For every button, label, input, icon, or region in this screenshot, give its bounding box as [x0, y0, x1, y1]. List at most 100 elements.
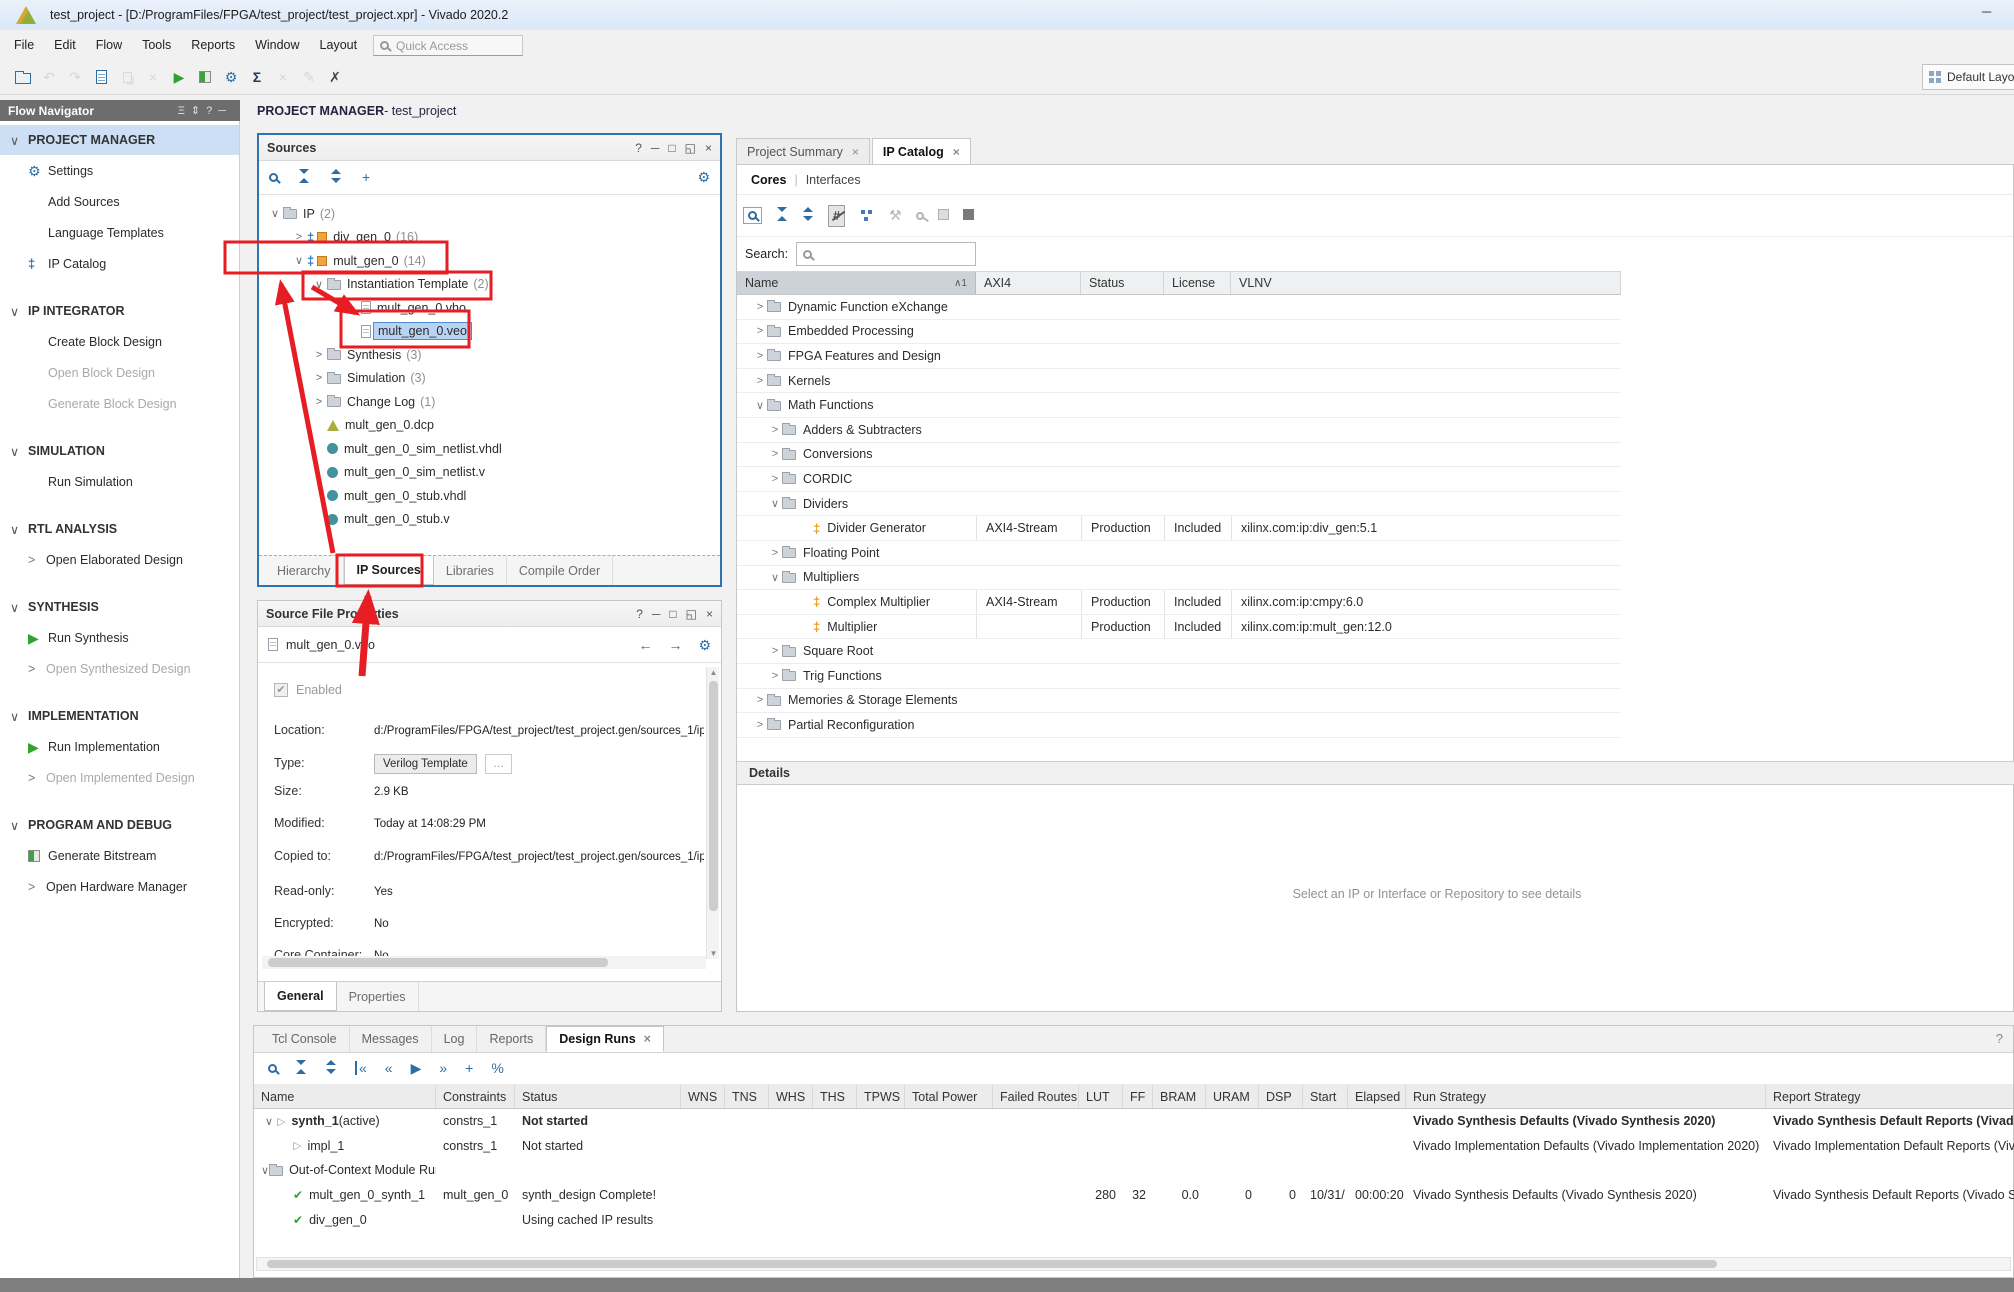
flow-section[interactable]: ∨PROJECT MANAGER⚙SettingsAdd SourcesLang… [0, 125, 239, 279]
sidebar-item-language-templates[interactable]: Language Templates [0, 217, 239, 248]
properties-maximize-icon[interactable]: □ [669, 607, 676, 621]
design-runs-horizontal-scrollbar[interactable] [256, 1257, 2011, 1271]
flow-section[interactable]: ∨SIMULATIONRun Simulation [0, 436, 239, 497]
properties-close-icon[interactable]: × [706, 607, 713, 621]
chevron-down-icon[interactable]: ∨ [291, 254, 307, 267]
search-icon[interactable] [268, 1062, 277, 1076]
ip-row-square-root[interactable]: >Square Root [737, 639, 1621, 664]
chevron-right-icon[interactable]: > [768, 645, 782, 657]
back-arrow-icon[interactable]: ← [638, 638, 652, 652]
ip-row-multipliers[interactable]: ∨Multipliers [737, 566, 1621, 591]
chevron-down-icon[interactable]: ∨ [261, 1115, 277, 1128]
tree-item-instantiation-template[interactable]: ∨Instantiation Template(2) [259, 273, 720, 297]
scrollbar-thumb[interactable] [267, 1260, 1717, 1268]
sidebar-item-add-sources[interactable]: Add Sources [0, 186, 239, 217]
column-header-report-strategy[interactable]: Report Strategy [1766, 1085, 2014, 1108]
sum-sigma-icon[interactable]: Σ [244, 65, 270, 89]
menu-file[interactable]: File [4, 34, 44, 56]
properties-tab-properties[interactable]: Properties [337, 982, 419, 1011]
minimize-icon[interactable]: ─ [218, 105, 232, 117]
ip-row-floating-point[interactable]: >Floating Point [737, 541, 1621, 566]
ip-row-dynamic-function-exchange[interactable]: >Dynamic Function eXchange [737, 295, 1621, 320]
menu-edit[interactable]: Edit [44, 34, 86, 56]
sidebar-item-run-synthesis[interactable]: ▶Run Synthesis [0, 622, 239, 653]
ip-row-partial-reconfiguration[interactable]: >Partial Reconfiguration [737, 713, 1621, 738]
more-options-button[interactable]: … [485, 754, 513, 774]
chevron-right-icon[interactable]: > [753, 719, 767, 731]
tree-item-mult-gen-0[interactable]: ∨‡mult_gen_0(14) [259, 249, 720, 273]
menu-window[interactable]: Window [245, 34, 309, 56]
minimize-button[interactable]: ─ [1982, 4, 1991, 19]
tree-item-mult-gen-0-veo[interactable]: mult_gen_0.veo [259, 320, 720, 344]
column-header-axi4[interactable]: AXI4 [976, 272, 1081, 294]
column-header-whs[interactable]: WHS [769, 1085, 813, 1108]
close-icon[interactable]: × [852, 145, 859, 159]
flow-section[interactable]: ∨IMPLEMENTATION▶Run Implementation>Open … [0, 701, 239, 793]
stop-icon[interactable] [963, 209, 974, 223]
close-icon[interactable]: × [953, 145, 960, 159]
flow-section-header-program-and-debug[interactable]: ∨PROGRAM AND DEBUG [0, 810, 239, 840]
chevron-right-icon[interactable]: > [291, 231, 307, 243]
sidebar-item-settings[interactable]: ⚙Settings [0, 155, 239, 186]
enabled-checkbox[interactable]: ✔ [274, 683, 288, 697]
catalog-tab-cores[interactable]: Cores [745, 173, 792, 187]
flow-section-header-project-manager[interactable]: ∨PROJECT MANAGER [0, 125, 239, 155]
chevron-right-icon[interactable]: > [753, 325, 767, 337]
tree-item-mult-gen-0-vho[interactable]: mult_gen_0.vho [259, 296, 720, 320]
flow-section-header-simulation[interactable]: ∨SIMULATION [0, 436, 239, 466]
properties-help-icon[interactable]: ? [636, 607, 643, 621]
column-header-start[interactable]: Start [1303, 1085, 1348, 1108]
help-icon[interactable]: ? [1996, 1031, 2003, 1046]
chevron-right-icon[interactable]: > [311, 349, 327, 361]
collapse-all-icon[interactable] [295, 1060, 307, 1077]
ip-row-dividers[interactable]: ∨Dividers [737, 492, 1621, 517]
tab-project-summary[interactable]: Project Summary× [736, 138, 870, 165]
tab-tcl-console[interactable]: Tcl Console [260, 1026, 350, 1052]
ip-row-cordic[interactable]: >CORDIC [737, 467, 1621, 492]
report-document-icon[interactable] [88, 65, 114, 89]
chip-icon[interactable] [938, 209, 949, 223]
help-icon[interactable]: ? [206, 105, 218, 117]
chevron-right-icon[interactable]: > [768, 473, 782, 485]
chevron-right-icon[interactable]: > [753, 694, 767, 706]
chevron-right-icon[interactable]: > [753, 350, 767, 362]
column-header-tns[interactable]: TNS [725, 1085, 769, 1108]
properties-horizontal-scrollbar[interactable] [262, 956, 706, 969]
tab-reports[interactable]: Reports [477, 1026, 546, 1052]
column-header-dsp[interactable]: DSP [1259, 1085, 1303, 1108]
flow-section-header-ip-integrator[interactable]: ∨IP INTEGRATOR [0, 296, 239, 326]
ip-row-divider-generator[interactable]: ‡Divider GeneratorAXI4-StreamProductionI… [737, 516, 1621, 541]
properties-vertical-scrollbar[interactable]: ▲ ▼ [706, 667, 719, 959]
scrollbar-thumb[interactable] [709, 681, 718, 911]
sources-close-icon[interactable]: × [705, 141, 712, 155]
sidebar-item-ip-catalog[interactable]: ‡IP Catalog [0, 248, 239, 279]
close-icon[interactable]: × [644, 1032, 651, 1046]
chevron-down-icon[interactable]: ∨ [753, 399, 767, 412]
column-header-bram[interactable]: BRAM [1153, 1085, 1206, 1108]
quick-access-search[interactable]: Quick Access [373, 35, 523, 56]
rewind-icon[interactable]: « [385, 1061, 393, 1076]
chevron-right-icon[interactable]: > [753, 301, 767, 313]
open-folder-icon[interactable] [10, 65, 36, 89]
column-header-uram[interactable]: URAM [1206, 1085, 1259, 1108]
column-header-tpws[interactable]: TPWS [857, 1085, 905, 1108]
chevron-down-icon[interactable]: ∨ [267, 207, 283, 220]
search-icon[interactable] [269, 171, 278, 185]
chevron-down-icon[interactable]: ∨ [768, 497, 782, 510]
run-row-mult-gen-0-synth-1[interactable]: ✔mult_gen_0_synth_1mult_gen_0synth_desig… [254, 1183, 2013, 1208]
tree-item-ip[interactable]: ∨IP(2) [259, 202, 720, 226]
sources-tab-ip-sources[interactable]: IP Sources [344, 556, 434, 585]
expand-all-icon[interactable] [802, 207, 814, 224]
chevron-down-icon[interactable]: ∨ [261, 1164, 269, 1177]
chevron-right-icon[interactable]: > [768, 670, 782, 682]
properties-float-icon[interactable]: ◱ [686, 607, 697, 621]
add-icon[interactable]: + [465, 1061, 473, 1076]
catalog-search-input[interactable] [796, 242, 976, 266]
step-first-icon[interactable]: « [355, 1061, 367, 1076]
tree-item-change-log[interactable]: >Change Log(1) [259, 390, 720, 414]
chevron-right-icon[interactable]: > [768, 547, 782, 559]
ip-row-trig-functions[interactable]: >Trig Functions [737, 664, 1621, 689]
column-header-lut[interactable]: LUT [1079, 1085, 1123, 1108]
properties-minimize-icon[interactable]: ─ [652, 607, 661, 621]
menu-layout[interactable]: Layout [310, 34, 368, 56]
